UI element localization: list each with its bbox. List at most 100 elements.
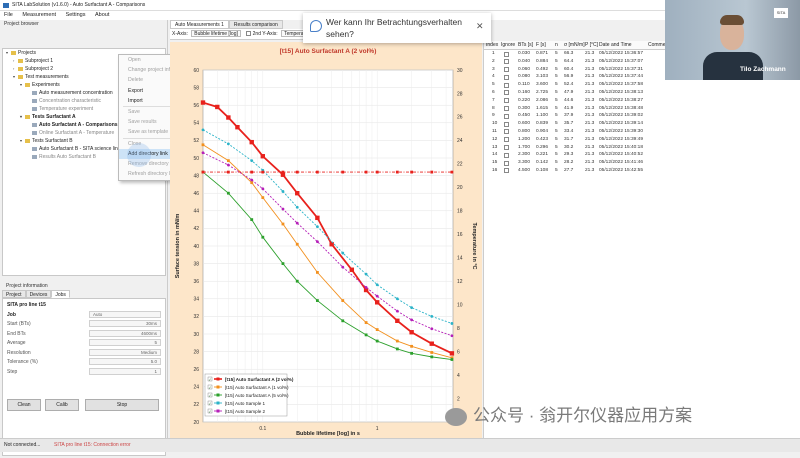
project-information-panel: Project information Project Devices Jobs S…	[2, 282, 166, 458]
ignore-checkbox[interactable]	[504, 82, 509, 88]
tab-project[interactable]: Project	[2, 290, 26, 298]
ignore-checkbox[interactable]	[504, 74, 509, 80]
table-row[interactable]: 14 2.300 0.221 5 29.3 21.3 05/12/2022 15:40:52	[484, 151, 800, 159]
data-point	[235, 125, 240, 130]
survey-text: Wer kann Ihr Betrachtungsverhalten sehen…	[326, 17, 462, 39]
y-tick-label: 42	[193, 226, 199, 232]
ignore-checkbox[interactable]	[504, 152, 509, 158]
table-row[interactable]: 13 1.700 0.296 5 30.2 21.3 05/12/2022 15:40:18	[484, 144, 800, 152]
data-point	[261, 196, 265, 199]
profile-field-row: Average 5	[7, 339, 161, 349]
menu-measurement[interactable]: Measurement	[22, 12, 56, 18]
table-cell: 21.3	[585, 89, 595, 95]
data-point	[375, 170, 379, 174]
table-row[interactable]: 16 4.500 0.108 5 27.7 21.3 05/12/2022 15:42:55	[484, 167, 800, 175]
menu-file[interactable]: File	[4, 12, 13, 18]
data-point	[395, 347, 399, 351]
table-cell: 5	[555, 66, 558, 72]
table-row[interactable]: 5 0.110 3.600 5 52.4 21.3 05/12/2022 15:37:58	[484, 81, 800, 89]
legend-marker	[216, 401, 220, 405]
data-point	[395, 297, 399, 301]
ignore-checkbox[interactable]	[504, 129, 509, 135]
ignore-checkbox[interactable]	[504, 98, 509, 104]
table-cell: 1.200	[518, 136, 531, 142]
table-cell: 5	[555, 51, 558, 56]
table-cell: 5	[555, 105, 558, 111]
table-row[interactable]: 10 0.600 0.839 5 35.7 21.3 05/12/2022 15:39:14	[484, 120, 800, 128]
column-header[interactable]: Date and Time	[599, 41, 632, 50]
table-cell: 4	[492, 74, 495, 80]
second-yaxis-checkbox[interactable]	[246, 31, 252, 37]
table-cell: 31.7	[564, 136, 574, 142]
data-point	[450, 170, 454, 174]
ignore-checkbox[interactable]	[504, 106, 509, 112]
table-row[interactable]: 8 0.300 1.615 5 41.9 21.3 05/12/2022 15:38:48	[484, 105, 800, 113]
data-point	[226, 191, 230, 195]
tab-auto-measurements[interactable]: Auto Measurements 1	[170, 20, 229, 29]
ignore-checkbox[interactable]	[504, 145, 509, 151]
table-cell: 05/12/2022 15:37:31	[599, 66, 644, 72]
field-value[interactable]: 30ms	[89, 320, 161, 327]
table-cell: 37.9	[564, 113, 574, 119]
menu-settings[interactable]: Settings	[66, 12, 86, 18]
table-cell: 5	[555, 121, 558, 127]
tab-results-comparison[interactable]: Results comparison	[228, 20, 283, 29]
data-point	[410, 170, 414, 174]
table-cell: 14	[492, 152, 498, 158]
tab-jobs[interactable]: Jobs	[51, 290, 70, 298]
table-row[interactable]: 12 1.200 0.423 5 31.7 21.3 05/12/2022 15:39:49	[484, 136, 800, 144]
table-cell: 5	[555, 113, 558, 119]
data-point	[450, 322, 454, 325]
column-header[interactable]: BTs [s]	[518, 41, 533, 50]
data-point	[261, 235, 265, 239]
clean-button[interactable]: Clean	[7, 399, 41, 411]
ignore-checkbox[interactable]	[504, 59, 509, 65]
job-row: Job Auto	[7, 310, 161, 321]
stop-button[interactable]: Stop	[85, 399, 159, 411]
column-header[interactable]: n	[555, 41, 558, 50]
column-header[interactable]: F [s]	[536, 41, 546, 50]
field-value[interactable]: 5	[89, 339, 161, 346]
y-tick-label: 34	[193, 297, 199, 303]
column-header[interactable]: P [°C]	[585, 41, 598, 50]
ignore-checkbox[interactable]	[504, 51, 509, 57]
y2-tick-label: 10	[457, 302, 463, 308]
ignore-checkbox[interactable]	[504, 168, 509, 174]
field-value[interactable]: 5.0	[89, 358, 161, 365]
table-row[interactable]: 11 0.800 0.904 5 33.4 21.3 05/12/2022 15:39:30	[484, 128, 800, 136]
tab-devices[interactable]: Devices	[25, 290, 52, 298]
field-value[interactable]: 1	[89, 367, 161, 375]
ignore-checkbox[interactable]	[504, 90, 509, 96]
menu-about[interactable]: About	[95, 12, 109, 18]
job-select[interactable]: Auto	[89, 310, 161, 318]
table-row[interactable]: 6 0.160 2.725 5 47.9 21.3 05/12/2022 15:38:13	[484, 89, 800, 97]
table-cell: 4.500	[518, 167, 531, 173]
close-icon[interactable]: ✕	[476, 21, 484, 32]
presenter-hair	[720, 15, 744, 25]
calib-button[interactable]: Calib	[45, 399, 79, 411]
data-point	[429, 341, 434, 346]
column-header[interactable]: σ [mN/m]	[564, 41, 585, 50]
table-cell: 05/12/2022 15:37:07	[599, 58, 644, 64]
xaxis-select[interactable]: Bubble lifetime [log]	[191, 30, 241, 37]
table-row[interactable]: 15 3.300 0.142 5 28.2 21.3 05/12/2022 15:41:46	[484, 159, 800, 167]
data-point	[430, 170, 434, 174]
table-cell: 11	[492, 128, 497, 134]
column-header[interactable]: Ignore	[501, 41, 515, 50]
data-point	[200, 100, 206, 105]
ignore-checkbox[interactable]	[504, 137, 509, 143]
ignore-checkbox[interactable]	[504, 121, 509, 127]
legend-marker	[216, 393, 220, 397]
ignore-checkbox[interactable]	[504, 160, 509, 166]
table-cell: 0.300	[518, 105, 531, 111]
table-row[interactable]: 7 0.220 2.086 5 44.6 21.3 05/12/2022 15:38:27	[484, 97, 800, 105]
table-cell: 44.6	[564, 97, 574, 103]
data-point	[409, 330, 414, 335]
wechat-icon	[445, 407, 467, 426]
ignore-checkbox[interactable]	[504, 67, 509, 73]
table-row[interactable]: 9 0.450 1.100 5 37.9 21.3 05/12/2022 15:39:02	[484, 112, 800, 120]
field-value[interactable]: Medium	[89, 348, 161, 356]
field-value[interactable]: 4600ms	[89, 329, 161, 337]
data-point	[281, 190, 285, 193]
ignore-checkbox[interactable]	[504, 113, 509, 119]
